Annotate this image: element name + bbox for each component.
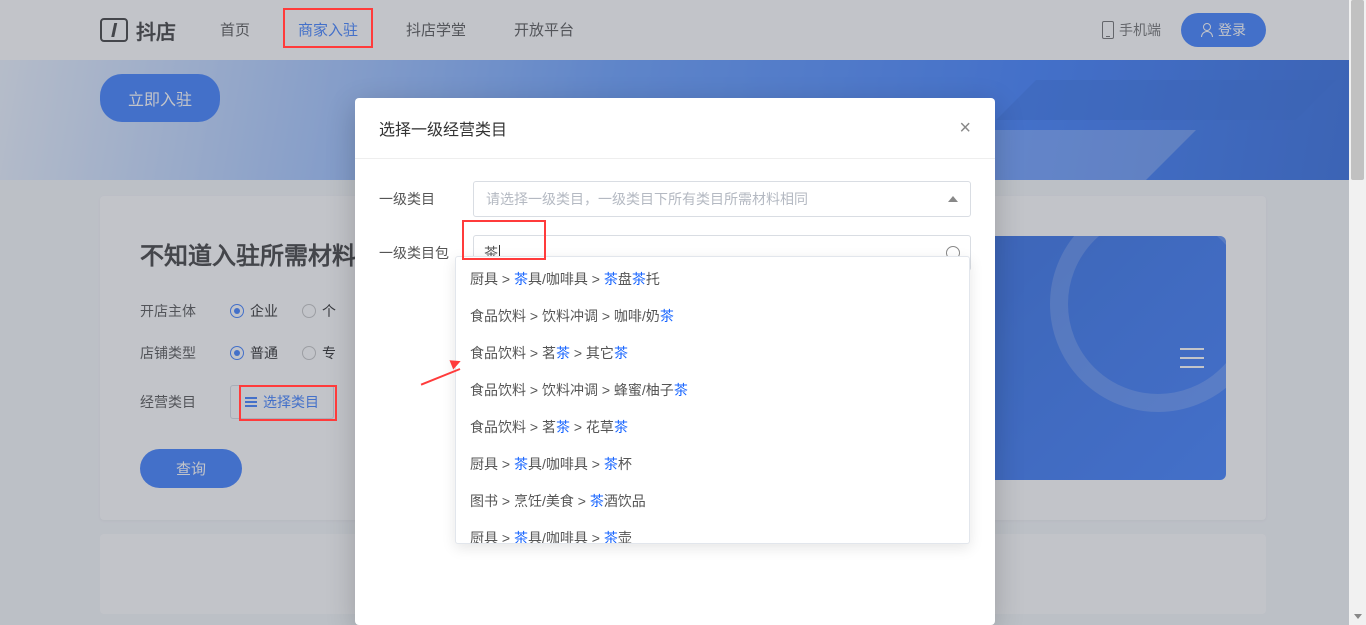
dropdown-item[interactable]: 图书 > 烹饪/美食 > 茶酒饮品 bbox=[456, 483, 969, 520]
scroll-thumb[interactable] bbox=[1351, 0, 1364, 180]
modal-close-button[interactable]: × bbox=[959, 118, 971, 138]
dropdown-item[interactable]: 食品饮料 > 饮料冲调 > 咖啡/奶茶 bbox=[456, 298, 969, 335]
page-scrollbar[interactable] bbox=[1349, 0, 1366, 625]
dropdown-item[interactable]: 食品饮料 > 茗茶 > 花草茶 bbox=[456, 409, 969, 446]
dropdown-list[interactable]: 厨具 > 茶具/咖啡具 > 茶盘茶托食品饮料 > 饮料冲调 > 咖啡/奶茶食品饮… bbox=[456, 257, 969, 543]
dropdown-item[interactable]: 厨具 > 茶具/咖啡具 > 茶壶 bbox=[456, 520, 969, 543]
dropdown-item[interactable]: 厨具 > 茶具/咖啡具 > 茶盘茶托 bbox=[456, 261, 969, 298]
search-dropdown: 厨具 > 茶具/咖啡具 > 茶盘茶托食品饮料 > 饮料冲调 > 咖啡/奶茶食品饮… bbox=[455, 256, 970, 544]
l1-select[interactable]: 请选择一级类目，一级类目下所有类目所需材料相同 bbox=[473, 181, 971, 217]
dropdown-item[interactable]: 食品饮料 > 饮料冲调 > 蜂蜜/柚子茶 bbox=[456, 372, 969, 409]
scroll-down-icon[interactable] bbox=[1349, 608, 1366, 625]
l1-row: 一级类目 请选择一级类目，一级类目下所有类目所需材料相同 bbox=[379, 181, 971, 217]
l1-label: 一级类目 bbox=[379, 189, 457, 209]
l2-area-label bbox=[379, 289, 457, 297]
dropdown-item[interactable]: 厨具 > 茶具/咖啡具 > 茶杯 bbox=[456, 446, 969, 483]
l1-placeholder: 请选择一级类目，一级类目下所有类目所需材料相同 bbox=[486, 189, 808, 209]
dropdown-item[interactable]: 食品饮料 > 茗茶 > 其它茶 bbox=[456, 335, 969, 372]
modal-title: 选择一级经营类目 bbox=[379, 116, 507, 140]
modal-header: 选择一级经营类目 × bbox=[355, 98, 995, 159]
l1-contain-label: 一级类目包 bbox=[379, 243, 457, 263]
chevron-up-icon bbox=[948, 196, 958, 202]
